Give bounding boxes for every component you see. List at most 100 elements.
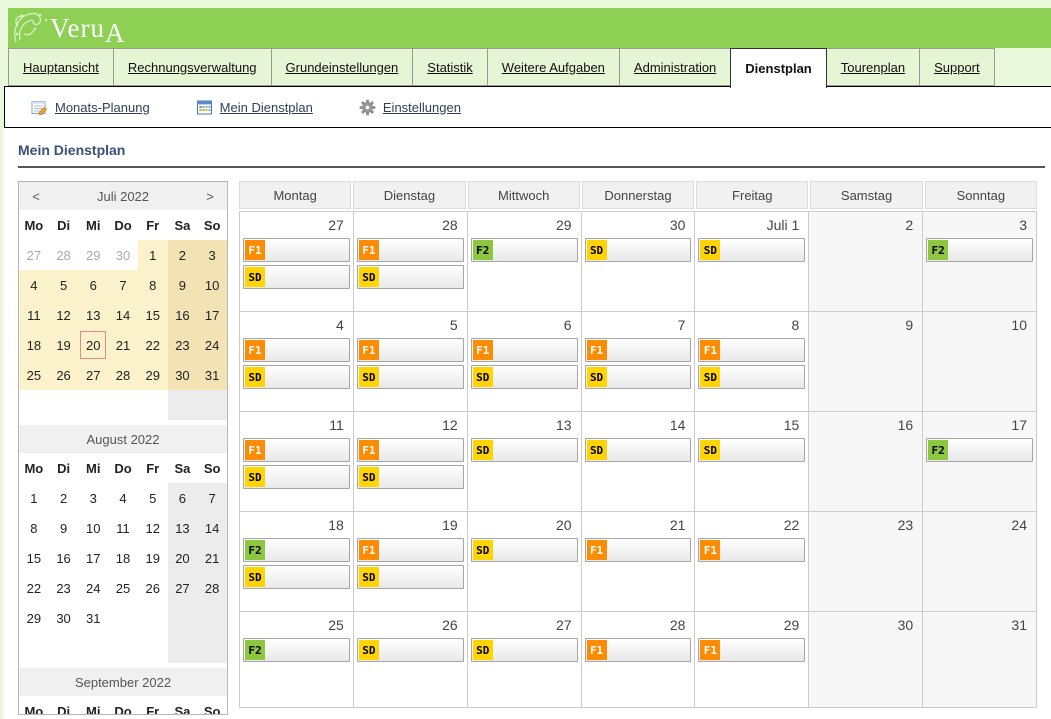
toolbar-item-mein-dienstplan[interactable]: Mein Dienstplan (196, 99, 313, 116)
shift-entry[interactable]: SD (243, 365, 350, 389)
mini-day-cell[interactable]: 2 (168, 240, 198, 270)
tab-rechnungsverwaltung[interactable]: Rechnungsverwaltung (113, 48, 272, 86)
shift-entry[interactable]: SD (585, 438, 692, 462)
calendar-day-cell[interactable]: Juli 1SD (695, 212, 809, 312)
mini-day-cell[interactable]: 3 (197, 240, 227, 270)
mini-day-cell[interactable]: 4 (19, 270, 49, 300)
mini-day-cell[interactable]: 6 (168, 483, 198, 513)
mini-day-cell[interactable]: 15 (19, 543, 49, 573)
mini-day-cell[interactable]: 12 (49, 300, 79, 330)
mini-day-cell[interactable]: 11 (19, 300, 49, 330)
mini-day-cell[interactable]: 14 (108, 300, 138, 330)
calendar-day-cell[interactable]: 23 (809, 512, 923, 612)
calendar-day-cell[interactable]: 30SD (582, 212, 696, 312)
shift-entry[interactable]: SD (357, 638, 464, 662)
tab-tourenplan[interactable]: Tourenplan (826, 48, 920, 86)
shift-entry[interactable]: SD (585, 365, 692, 389)
shift-entry[interactable]: F2 (471, 238, 578, 262)
mini-day-cell[interactable]: 16 (168, 300, 198, 330)
mini-day-cell[interactable]: 24 (78, 573, 108, 603)
calendar-day-cell[interactable]: 10 (923, 312, 1037, 412)
mini-day-cell[interactable]: 27 (78, 360, 108, 390)
calendar-day-cell[interactable]: 2 (809, 212, 923, 312)
shift-entry[interactable]: SD (243, 565, 350, 589)
calendar-day-cell[interactable]: 14SD (582, 412, 696, 512)
calendar-day-cell[interactable]: 3F2 (923, 212, 1037, 312)
shift-entry[interactable]: SD (471, 365, 578, 389)
shift-entry[interactable]: F1 (243, 338, 350, 362)
shift-entry[interactable]: F2 (243, 538, 350, 562)
calendar-day-cell[interactable]: 31 (923, 612, 1037, 708)
calendar-day-cell[interactable]: 29F2 (468, 212, 582, 312)
mini-day-cell[interactable]: 19 (49, 330, 79, 360)
mini-day-cell[interactable]: 4 (108, 483, 138, 513)
mini-day-cell[interactable]: 30 (108, 240, 138, 270)
mini-day-cell[interactable]: 22 (19, 573, 49, 603)
shift-entry[interactable]: SD (243, 465, 350, 489)
mini-day-cell[interactable]: 1 (19, 483, 49, 513)
shift-entry[interactable]: SD (471, 538, 578, 562)
shift-entry[interactable]: F1 (698, 538, 805, 562)
mini-day-cell[interactable]: 23 (168, 330, 198, 360)
mini-day-cell[interactable]: 11 (108, 513, 138, 543)
shift-entry[interactable]: F2 (926, 438, 1033, 462)
shift-entry[interactable]: F1 (243, 438, 350, 462)
mini-day-cell[interactable]: 13 (168, 513, 198, 543)
calendar-day-cell[interactable]: 27F1SD (240, 212, 354, 312)
mini-day-cell[interactable]: 7 (197, 483, 227, 513)
mini-day-cell[interactable]: 13 (78, 300, 108, 330)
mini-day-cell[interactable]: 14 (197, 513, 227, 543)
shift-entry[interactable]: SD (471, 438, 578, 462)
mini-day-cell[interactable]: 28 (108, 360, 138, 390)
calendar-day-cell[interactable]: 25F2 (240, 612, 354, 708)
shift-entry[interactable]: SD (585, 238, 692, 262)
calendar-day-cell[interactable]: 28F1 (582, 612, 696, 708)
mini-day-cell[interactable]: 31 (197, 360, 227, 390)
shift-entry[interactable]: F1 (357, 238, 464, 262)
mini-day-cell[interactable]: 27 (19, 240, 49, 270)
mini-day-cell[interactable]: 30 (49, 603, 79, 633)
mini-day-cell[interactable]: 8 (138, 270, 168, 300)
calendar-day-cell[interactable]: 6F1SD (468, 312, 582, 412)
mini-day-cell[interactable]: 16 (49, 543, 79, 573)
shift-entry[interactable]: F1 (357, 438, 464, 462)
mini-day-cell[interactable]: 29 (138, 360, 168, 390)
mini-day-cell[interactable]: 20 (78, 330, 108, 360)
calendar-day-cell[interactable]: 11F1SD (240, 412, 354, 512)
mini-day-cell[interactable]: 6 (78, 270, 108, 300)
calendar-day-cell[interactable]: 5F1SD (354, 312, 468, 412)
mini-day-cell[interactable]: 5 (138, 483, 168, 513)
toolbar-item-einstellungen[interactable]: Einstellungen (359, 99, 461, 116)
tab-dienstplan[interactable]: Dienstplan (730, 48, 826, 88)
shift-entry[interactable]: F1 (585, 638, 692, 662)
calendar-day-cell[interactable]: 12F1SD (354, 412, 468, 512)
shift-entry[interactable]: SD (357, 565, 464, 589)
mini-day-cell[interactable]: 9 (49, 513, 79, 543)
mini-day-cell[interactable]: 2 (49, 483, 79, 513)
calendar-day-cell[interactable]: 8F1SD (695, 312, 809, 412)
mini-day-cell[interactable]: 3 (78, 483, 108, 513)
mini-day-cell[interactable]: 18 (19, 330, 49, 360)
mini-day-cell[interactable]: 31 (78, 603, 108, 633)
calendar-day-cell[interactable]: 18F2SD (240, 512, 354, 612)
shift-entry[interactable]: SD (698, 238, 805, 262)
mini-day-cell[interactable]: 23 (49, 573, 79, 603)
mini-day-cell[interactable]: 5 (49, 270, 79, 300)
tab-hauptansicht[interactable]: Hauptansicht (8, 48, 114, 86)
mini-day-cell[interactable]: 18 (108, 543, 138, 573)
shift-entry[interactable]: SD (357, 265, 464, 289)
shift-entry[interactable]: SD (698, 365, 805, 389)
mini-day-cell[interactable]: 15 (138, 300, 168, 330)
calendar-day-cell[interactable]: 20SD (468, 512, 582, 612)
tab-statistik[interactable]: Statistik (412, 48, 488, 86)
next-month-button[interactable]: > (203, 189, 217, 204)
tab-support[interactable]: Support (919, 48, 995, 86)
mini-day-cell[interactable]: 17 (78, 543, 108, 573)
shift-entry[interactable]: SD (357, 465, 464, 489)
calendar-day-cell[interactable]: 24 (923, 512, 1037, 612)
mini-day-cell[interactable]: 10 (197, 270, 227, 300)
mini-day-cell[interactable]: 7 (108, 270, 138, 300)
mini-day-cell[interactable]: 24 (197, 330, 227, 360)
mini-day-cell[interactable]: 17 (197, 300, 227, 330)
calendar-day-cell[interactable]: 22F1 (695, 512, 809, 612)
